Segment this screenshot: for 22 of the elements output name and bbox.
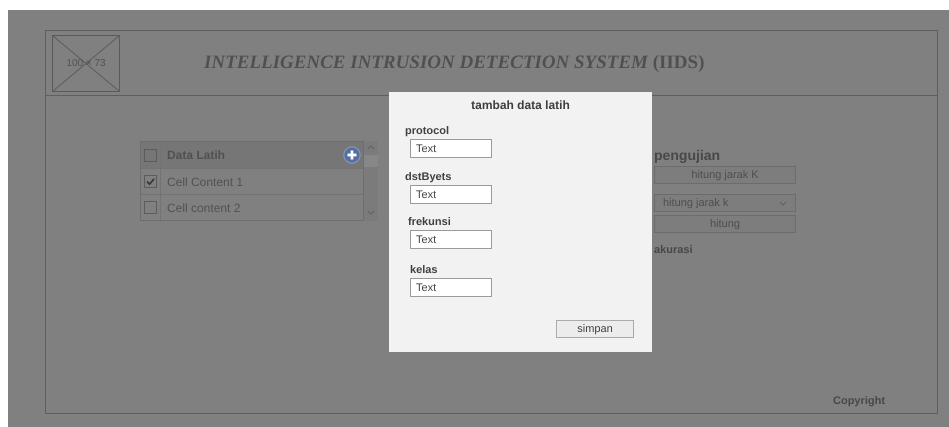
caret-icon: [779, 200, 787, 206]
scrollbar[interactable]: [364, 141, 378, 221]
input-field[interactable]: Text: [410, 185, 492, 204]
result-label: akurasi: [654, 244, 693, 256]
chevron-up-icon[interactable]: [367, 145, 375, 150]
input-field[interactable]: Text: [410, 139, 492, 158]
scrollbar-thumb[interactable]: [364, 155, 378, 167]
field-label: protocol: [405, 125, 449, 137]
checkbox[interactable]: [144, 201, 157, 214]
add-icon[interactable]: [343, 146, 361, 164]
section-heading: pengujian: [654, 147, 720, 163]
checkbox[interactable]: [144, 175, 157, 188]
field-label: frekunsi: [408, 216, 451, 228]
field-label: kelas: [410, 264, 438, 276]
input-field[interactable]: Text: [410, 230, 492, 249]
copyright-text: Copyright: [833, 395, 885, 407]
dialog-title: tambah data latih: [470, 98, 571, 112]
field-label: dstByets: [405, 171, 452, 183]
input-field[interactable]: Text: [410, 278, 492, 297]
chevron-down-icon[interactable]: [367, 210, 375, 215]
save-button[interactable]: simpan: [556, 320, 634, 338]
checkbox[interactable]: [144, 148, 157, 162]
